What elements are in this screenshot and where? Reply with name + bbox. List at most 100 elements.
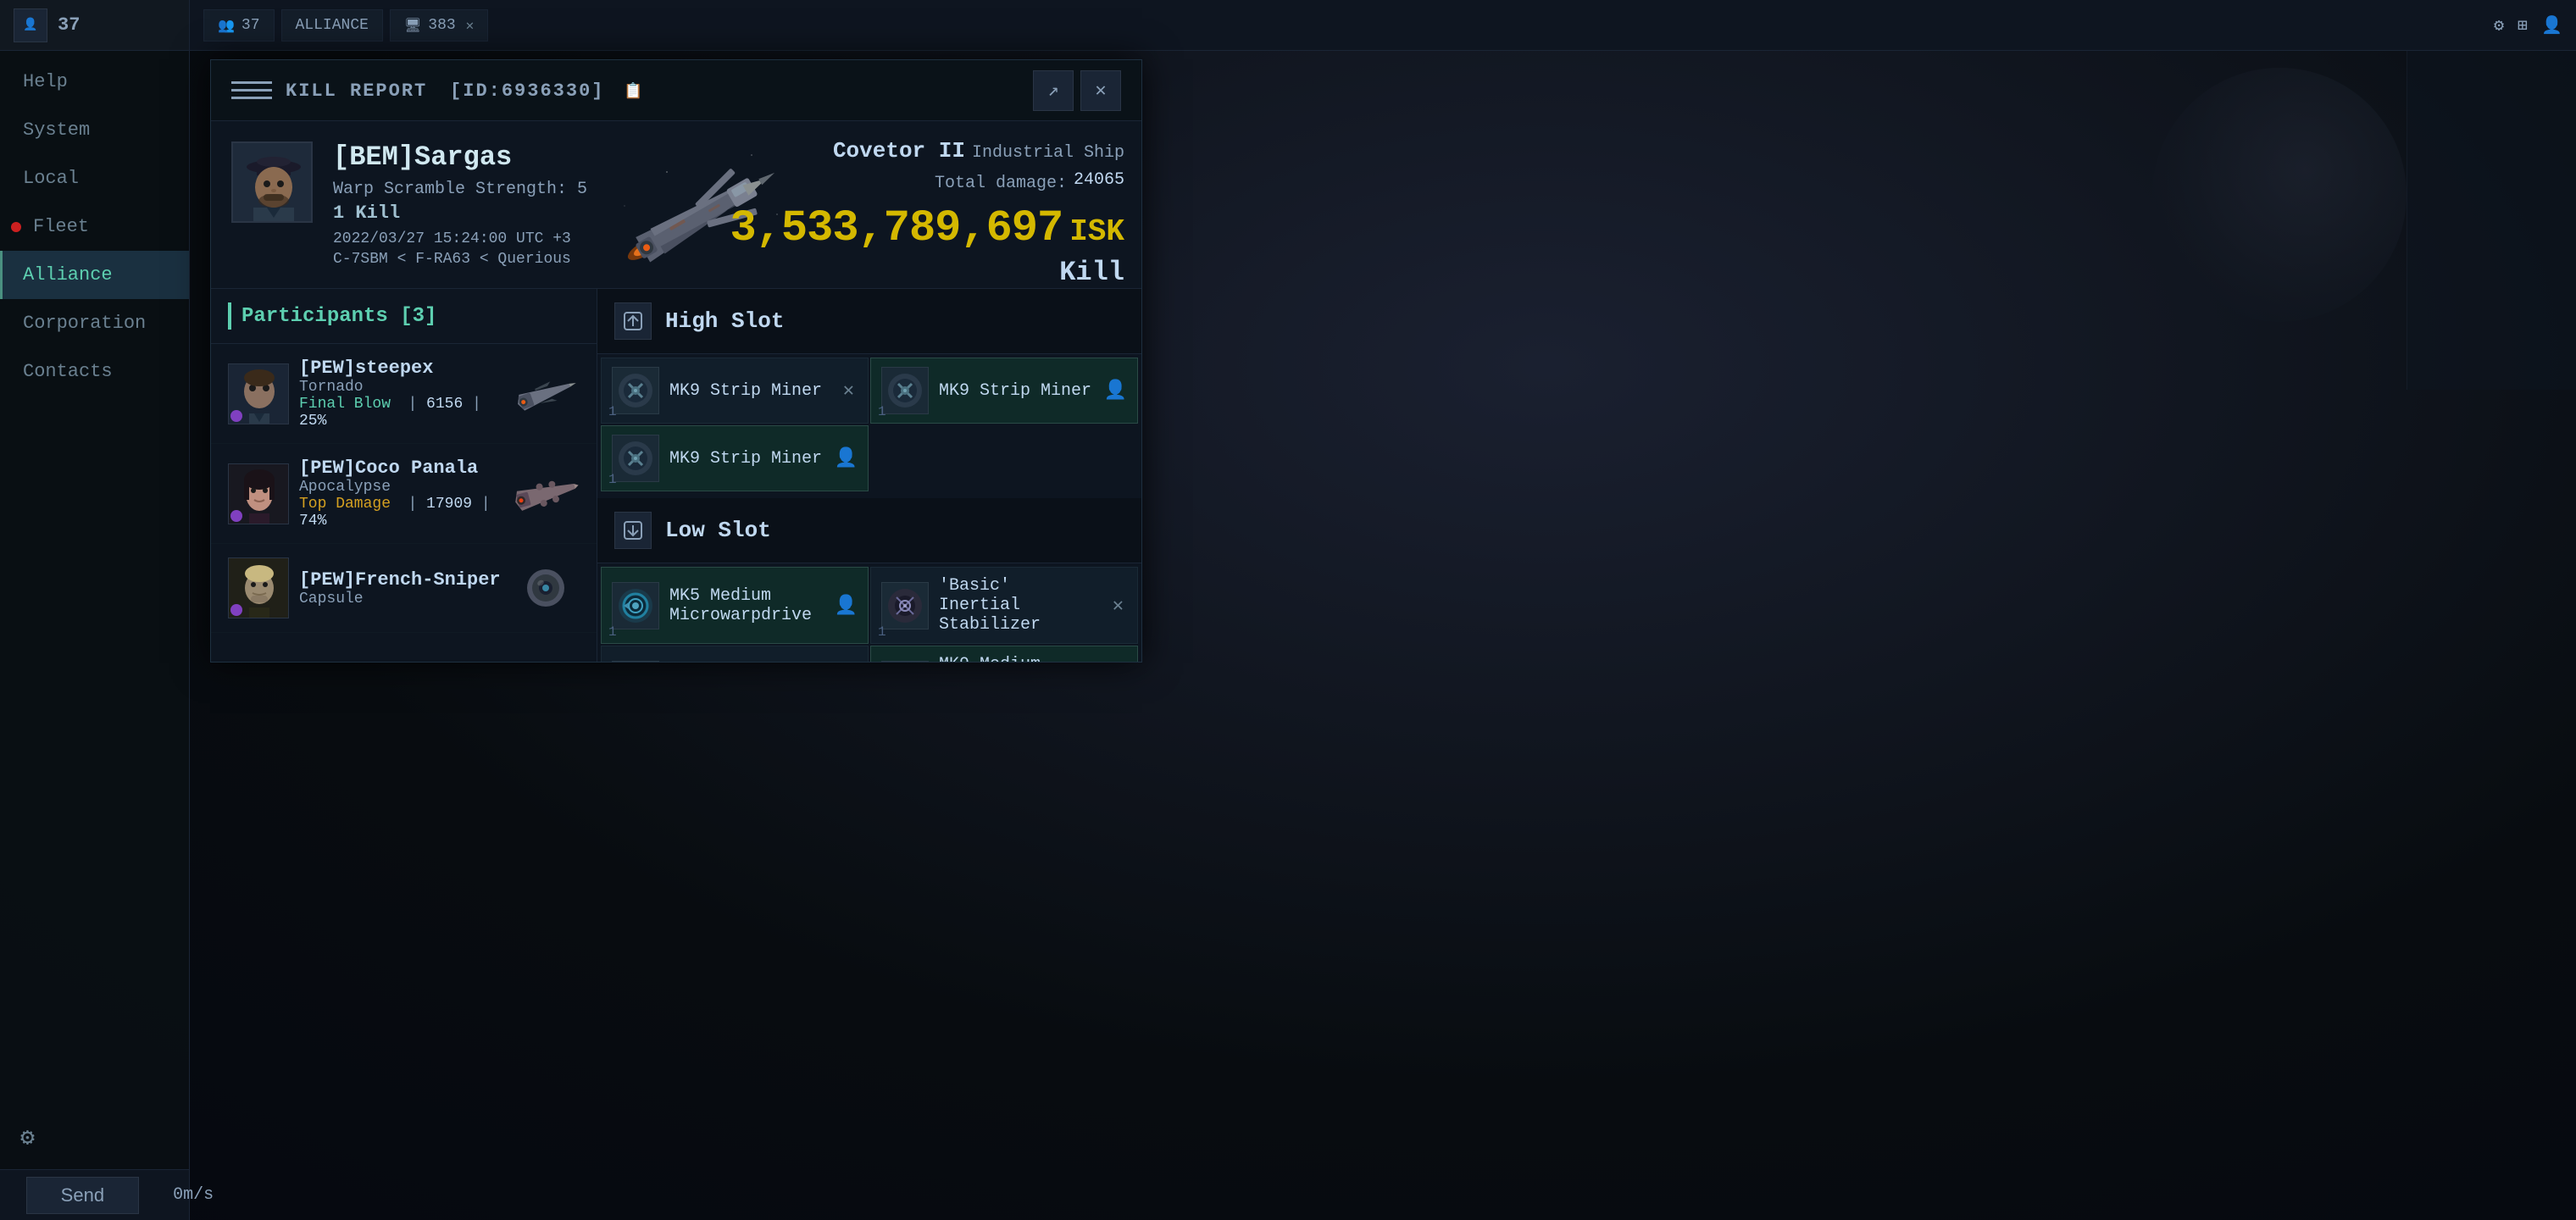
modal-close-button[interactable]: ✕	[1080, 70, 1121, 111]
sidebar-top-bar: 👤 37	[0, 0, 189, 51]
alliance-dot	[230, 410, 242, 422]
ship-type: Industrial Ship	[972, 143, 1124, 163]
low-slot-header: Low Slot	[597, 498, 1141, 563]
kill-report-modal: KILL REPORT [ID:6936330] 📋 ↗ ✕	[210, 59, 1142, 663]
tab-close-icon[interactable]: ✕	[466, 17, 475, 34]
strip-miner-icon-3	[612, 435, 659, 482]
slot-person-icon-3: 👤	[835, 447, 858, 469]
alliance-dot-french	[230, 604, 242, 616]
inertial-icon	[881, 582, 929, 629]
mwd-icon	[612, 582, 659, 629]
slot-close-btn-1[interactable]: ✕	[840, 376, 858, 405]
tab-users-count: 37	[242, 17, 260, 34]
modal-title: KILL REPORT [ID:6936330] 📋	[286, 77, 1019, 103]
participant-item: [PEW]steepex Tornado Final Blow | 6156 |…	[211, 344, 597, 444]
person-top-icon[interactable]: 👤	[2541, 14, 2562, 36]
low-slot-icon	[614, 512, 652, 549]
send-button[interactable]: Send	[26, 1177, 139, 1214]
participant-info-steepex: [PEW]steepex Tornado Final Blow | 6156 |…	[299, 358, 502, 430]
right-panel	[2407, 51, 2576, 390]
strip-miner-2-name: MK9 Strip Miner	[939, 381, 1094, 401]
strip-miner-1-name: MK9 Strip Miner	[669, 381, 830, 401]
slot-item-cap-battery: 1 MK9 Medium Capacitor	[870, 646, 1138, 662]
alliance-dot-coco	[230, 510, 242, 522]
low-slot-grid: 1 MK5 Medium Microwarp	[597, 563, 1141, 662]
participant-name-coco: [PEW]Coco Panala	[299, 458, 502, 479]
tornado-ship-icon	[512, 369, 580, 419]
sidebar-items: Help System Local Fleet Alliance Corpora…	[0, 51, 189, 396]
sidebar-icon-btn[interactable]: 👤	[14, 8, 47, 42]
wcs-icon	[612, 661, 659, 663]
slot-item-inertial: 1 'Basic' Inertial Stabilizer	[870, 567, 1138, 644]
victim-avatar	[231, 141, 313, 223]
slot-item-mwd: 1 MK5 Medium Microwarp	[601, 567, 869, 644]
low-slot-title: Low Slot	[665, 518, 771, 543]
participant-name-steepex: [PEW]steepex	[299, 358, 502, 379]
modal-split: Participants [3]	[211, 289, 1141, 662]
participant-ship-coco: Apocalypse	[299, 479, 502, 496]
slot-item-strip-miner-1: 1 MK9 Strip Miner ✕	[601, 358, 869, 424]
slot-item-strip-miner-2: 1 MK9 Strip Miner 👤	[870, 358, 1138, 424]
ship-name: Covetor II	[833, 138, 965, 164]
sidebar-item-contacts[interactable]: Contacts	[0, 347, 189, 396]
background-moon	[2152, 68, 2407, 322]
participant-blow-steepex: Final Blow	[299, 396, 391, 413]
victim-portrait-svg	[233, 143, 313, 223]
tab-monitor-count: 383	[428, 17, 455, 34]
modal-header: KILL REPORT [ID:6936330] 📋 ↗ ✕	[211, 60, 1141, 121]
participant-avatar-coco	[228, 463, 289, 524]
tab-monitor[interactable]: 🖥 383 ✕	[390, 9, 488, 42]
settings-top-icon[interactable]: ⚙	[2494, 14, 2504, 36]
participant-blow-row-coco: Top Damage | 17909 | 74%	[299, 496, 502, 530]
strip-miner-icon-1	[612, 367, 659, 414]
copy-icon[interactable]: 📋	[624, 84, 644, 101]
participant-name-french: [PEW]French-Sniper	[299, 569, 502, 591]
participant-info-french: [PEW]French-Sniper Capsule	[299, 569, 502, 607]
sidebar-item-alliance[interactable]: Alliance	[0, 251, 189, 299]
isk-info: Covetor II Industrial Ship Total damage:…	[730, 138, 1124, 288]
isk-row: 3,533,789,697 ISK	[730, 203, 1124, 253]
participant-ship-french: Capsule	[299, 591, 502, 607]
sidebar-item-system[interactable]: System	[0, 106, 189, 154]
apocalypse-ship-icon	[512, 469, 580, 519]
sidebar-count: 37	[58, 14, 80, 36]
victim-section: [BEM]Sargas Warp Scramble Strength: 5 1 …	[211, 121, 1141, 289]
top-damage-label: Top Damage	[299, 496, 391, 513]
inertial-name: 'Basic' Inertial Stabilizer	[939, 576, 1099, 635]
settings-icon[interactable]: ⚙	[0, 1106, 189, 1169]
participant-info-coco: [PEW]Coco Panala Apocalypse Top Damage |…	[299, 458, 502, 530]
slots-panel: High Slot 1	[597, 289, 1141, 662]
external-link-button[interactable]: ↗	[1033, 70, 1074, 111]
participant-avatar-steepex	[228, 363, 289, 424]
capsule-ship-icon	[512, 563, 580, 613]
high-slot-icon	[614, 302, 652, 340]
participant-avatar-french	[228, 557, 289, 618]
slot-item-strip-miner-3: 1 MK9 Strip Miner 👤	[601, 425, 869, 491]
sidebar-item-local[interactable]: Local	[0, 154, 189, 202]
ship-title-row: Covetor II Industrial Ship	[730, 138, 1124, 164]
sidebar-item-help[interactable]: Help	[0, 58, 189, 106]
speed-display: 0m/s	[173, 1185, 214, 1205]
out-house-icon[interactable]: ⊞	[2518, 14, 2528, 36]
high-slot-title: High Slot	[665, 308, 784, 334]
hamburger-button[interactable]	[231, 70, 272, 111]
tab-users[interactable]: 👥 37	[203, 9, 275, 42]
tab-alliance[interactable]: ALLIANCE	[281, 9, 383, 42]
tab-alliance-label: ALLIANCE	[296, 17, 369, 34]
top-bar: 👥 37 ALLIANCE 🖥 383 ✕ ⚙ ⊞ 👤	[190, 0, 2576, 51]
top-right-icons: ⚙ ⊞ 👤	[2494, 14, 2562, 36]
inertial-close-btn[interactable]: ✕	[1109, 591, 1127, 620]
cap-battery-icon	[881, 661, 929, 663]
isk-currency: ISK	[1069, 214, 1124, 249]
slot-item-wcs: 1 'Aura' Warp Core Stabilizer	[601, 646, 869, 662]
participants-panel: Participants [3]	[211, 289, 597, 662]
sidebar-item-fleet[interactable]: Fleet	[0, 202, 189, 251]
sidebar: 👤 37 Help System Local Fleet Alliance Co…	[0, 0, 190, 1220]
mwd-person-icon: 👤	[835, 595, 858, 617]
damage-label: Total damage:	[935, 174, 1067, 193]
kill-report-id: [ID:6936330]	[450, 80, 604, 102]
high-slot-grid: 1 MK9 Strip Miner ✕	[597, 354, 1141, 495]
sidebar-item-corporation[interactable]: Corporation	[0, 299, 189, 347]
kill-result-label: Kill	[730, 257, 1124, 288]
mwd-name: MK5 Medium Microwarpdrive	[669, 586, 824, 625]
